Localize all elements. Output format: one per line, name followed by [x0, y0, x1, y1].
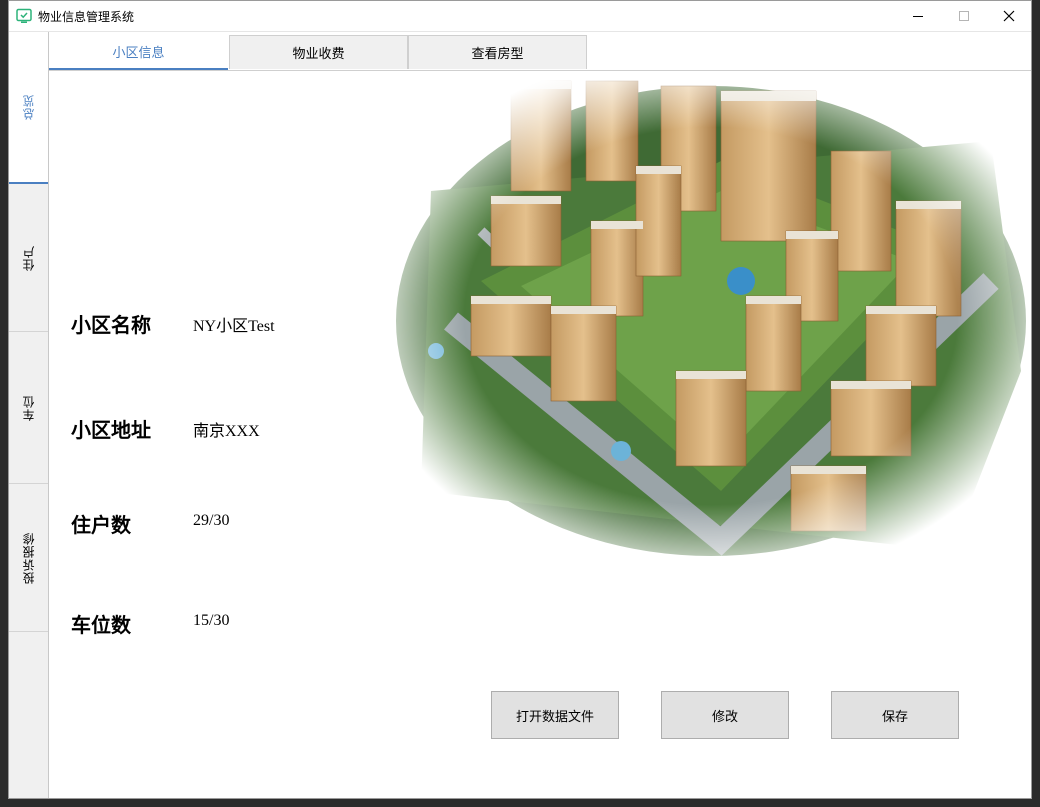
community-address-value: 南京XXX [193, 423, 260, 440]
resident-count-value: 29/30 [193, 512, 230, 529]
app-window: 物业信息管理系统 总览 住户 车位 投诉报修 小区信息 物业收费 查看房型 小区… [8, 0, 1032, 799]
parking-count-value: 15/30 [193, 612, 230, 629]
sidebar-item-label: 投诉报修 [22, 531, 36, 584]
sidebar-item-parking[interactable]: 车位 [9, 332, 48, 484]
maximize-button[interactable] [941, 1, 987, 31]
community-aerial-image [391, 71, 1031, 561]
tab-bar: 小区信息 物业收费 查看房型 [49, 35, 1031, 71]
sidebar-item-label: 住户 [22, 244, 36, 271]
sidebar: 总览 住户 车位 投诉报修 [9, 32, 49, 798]
maximize-icon [959, 11, 969, 21]
community-name-value: NY小区Test [193, 318, 275, 335]
sidebar-item-label: 车位 [22, 394, 36, 421]
minimize-icon [913, 16, 923, 17]
community-name-label: 小区名称 [71, 313, 151, 337]
title-bar[interactable]: 物业信息管理系统 [9, 1, 1031, 32]
open-data-file-button[interactable]: 打开数据文件 [491, 691, 619, 739]
app-icon [16, 8, 32, 23]
close-button[interactable] [986, 1, 1032, 31]
tab-house-types[interactable]: 查看房型 [408, 35, 587, 69]
parking-count-label: 车位数 [71, 613, 131, 637]
tab-property-fees[interactable]: 物业收费 [229, 35, 408, 69]
close-icon [1003, 10, 1015, 22]
tab-community-info[interactable]: 小区信息 [49, 35, 228, 70]
sidebar-item-label: 总览 [22, 94, 36, 120]
save-button[interactable]: 保存 [831, 691, 959, 739]
edit-button[interactable]: 修改 [661, 691, 789, 739]
sidebar-item-complaints[interactable]: 投诉报修 [9, 484, 48, 632]
sidebar-item-residents[interactable]: 住户 [9, 184, 48, 332]
resident-count-label: 住户数 [71, 513, 131, 537]
sidebar-item-overview[interactable]: 总览 [9, 32, 48, 184]
minimize-button[interactable] [895, 1, 941, 31]
community-address-label: 小区地址 [71, 418, 151, 442]
window-title: 物业信息管理系统 [38, 10, 135, 24]
